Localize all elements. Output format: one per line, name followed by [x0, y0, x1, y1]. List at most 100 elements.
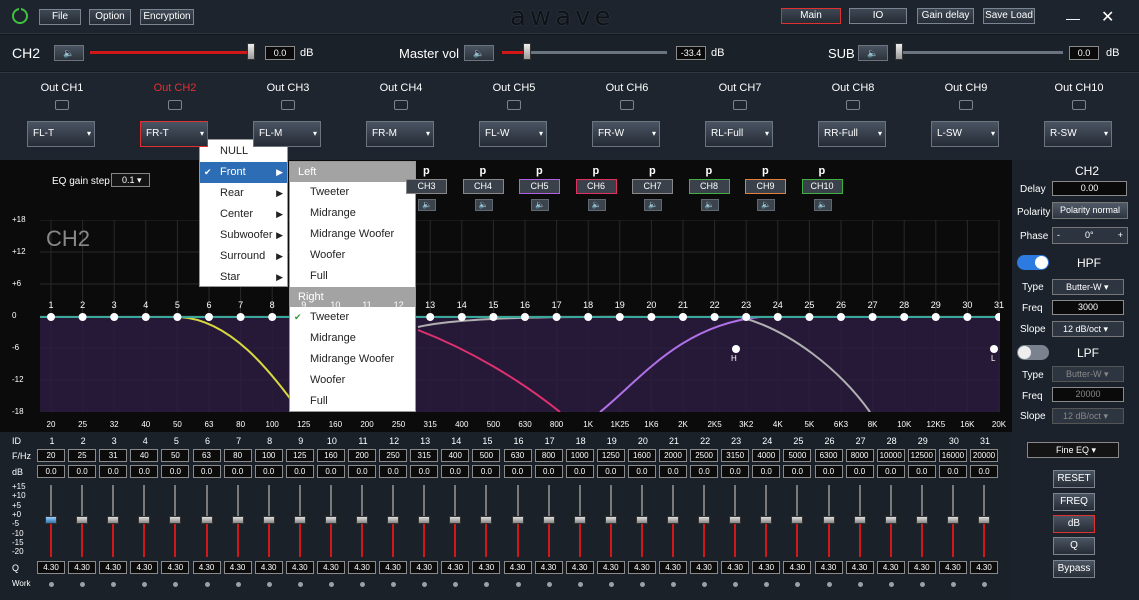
eq-q-input[interactable]: 4.30: [752, 561, 781, 574]
eq-fader-knob[interactable]: [978, 516, 990, 524]
bypass-button[interactable]: Bypass: [1053, 560, 1095, 578]
eq-db-input[interactable]: 0.0: [783, 465, 812, 478]
eq-q-input[interactable]: 4.30: [379, 561, 408, 574]
eq-q-input[interactable]: 4.30: [783, 561, 812, 574]
eq-fader-knob[interactable]: [107, 516, 120, 524]
eq-gain-step-select[interactable]: 0.1 ▾: [111, 173, 150, 187]
hpf-toggle[interactable]: [1017, 255, 1049, 270]
hpf-marker[interactable]: [732, 345, 740, 353]
eq-point[interactable]: [837, 313, 845, 321]
eq-q-input[interactable]: 4.30: [161, 561, 190, 574]
eq-point[interactable]: [110, 313, 119, 321]
eq-point[interactable]: [584, 313, 593, 321]
eq-point[interactable]: [521, 313, 529, 321]
eq-freq-input[interactable]: 16000: [938, 449, 967, 462]
eq-fader-knob[interactable]: [324, 516, 337, 524]
speaker-icon[interactable]: 🔈: [418, 199, 436, 211]
sub-volume-value[interactable]: 0.0: [1069, 46, 1099, 60]
eq-db-input[interactable]: 0.0: [285, 465, 314, 478]
encryption-menu[interactable]: Encryption: [140, 9, 194, 25]
eq-fader-knob[interactable]: [169, 516, 182, 524]
eq-q-input[interactable]: 4.30: [37, 561, 65, 574]
eq-point[interactable]: [742, 313, 751, 321]
eq-point[interactable]: [236, 313, 245, 321]
eq-freq-input[interactable]: 6300: [814, 449, 843, 462]
eq-point[interactable]: [426, 313, 435, 321]
output-select[interactable]: RL-Full: [705, 121, 773, 147]
eq-db-input[interactable]: 0.0: [99, 465, 128, 478]
eq-q-input[interactable]: 4.30: [99, 561, 128, 574]
power-icon[interactable]: [12, 6, 28, 24]
eq-freq-input[interactable]: 40: [130, 449, 159, 462]
eq-point[interactable]: [710, 313, 719, 321]
eq-db-input[interactable]: 0.0: [938, 465, 967, 478]
output-select[interactable]: FR-W: [592, 121, 660, 147]
eq-db-input[interactable]: 0.0: [441, 465, 470, 478]
lpf-slope-select[interactable]: 12 dB/oct ▾: [1052, 408, 1124, 424]
eq-q-input[interactable]: 4.30: [223, 561, 252, 574]
eq-point[interactable]: [173, 313, 182, 321]
minimize-button[interactable]: —: [1066, 10, 1080, 26]
link-icon[interactable]: [281, 100, 295, 110]
eq-db-input[interactable]: 0.0: [814, 465, 843, 478]
eq-point[interactable]: [268, 313, 277, 321]
eq-q-input[interactable]: 4.30: [596, 561, 625, 574]
eq-fader-knob[interactable]: [791, 516, 804, 524]
eq-fader-knob[interactable]: [293, 516, 306, 524]
menu-item-surround[interactable]: Surround ▶: [200, 246, 287, 267]
eq-freq-input[interactable]: 2500: [690, 449, 719, 462]
eq-fader-knob[interactable]: [698, 516, 711, 524]
eq-mode-select[interactable]: Fine EQ ▾: [1027, 442, 1119, 458]
speaker-icon[interactable]: 🔈: [757, 199, 775, 211]
eq-db-input[interactable]: 0.0: [503, 465, 532, 478]
submenu-item-left[interactable]: Midrange: [290, 203, 415, 224]
eq-point[interactable]: [773, 313, 782, 321]
eq-freq-input[interactable]: 80: [223, 449, 252, 462]
eq-fader-knob[interactable]: [853, 516, 866, 524]
eq-point[interactable]: [615, 313, 624, 321]
eq-fader-knob[interactable]: [946, 516, 959, 524]
output-select[interactable]: FL-M: [253, 121, 321, 147]
ch-volume-slider[interactable]: [90, 51, 255, 54]
eq-freq-input[interactable]: 500: [472, 449, 501, 462]
eq-q-input[interactable]: 4.30: [68, 561, 97, 574]
channel-toggle[interactable]: CH4: [462, 179, 504, 194]
eq-db-input[interactable]: 0.0: [68, 465, 97, 478]
save-load-tab[interactable]: Save Load: [983, 8, 1035, 24]
eq-fader-knob[interactable]: [635, 516, 648, 524]
eq-q-input[interactable]: 4.30: [441, 561, 470, 574]
eq-freq-input[interactable]: 160: [316, 449, 345, 462]
eq-q-input[interactable]: 4.30: [970, 561, 998, 574]
channel-toggle[interactable]: CH6: [575, 179, 617, 194]
eq-freq-input[interactable]: 12500: [907, 449, 936, 462]
delay-input[interactable]: 0.00: [1052, 181, 1127, 196]
eq-fader-knob[interactable]: [45, 516, 57, 524]
eq-freq-input[interactable]: 63: [192, 449, 221, 462]
sub-volume-knob[interactable]: [895, 43, 903, 60]
eq-fader-knob[interactable]: [449, 516, 462, 524]
eq-point[interactable]: [141, 313, 150, 321]
eq-fader-knob[interactable]: [573, 516, 586, 524]
speaker-icon[interactable]: 🔈: [700, 199, 719, 211]
eq-q-input[interactable]: 4.30: [348, 561, 376, 574]
eq-db-input[interactable]: 0.0: [130, 465, 159, 478]
eq-fader-knob[interactable]: [231, 516, 244, 524]
eq-point[interactable]: [868, 313, 877, 321]
eq-q-input[interactable]: 4.30: [534, 561, 563, 574]
eq-fader-knob[interactable]: [76, 516, 89, 524]
eq-fader-knob[interactable]: [480, 516, 493, 524]
eq-db-input[interactable]: 0.0: [907, 465, 936, 478]
eq-point[interactable]: [552, 313, 561, 321]
link-icon[interactable]: [507, 100, 521, 110]
channel-toggle[interactable]: CH5: [519, 179, 560, 194]
menu-item-front[interactable]: ✔ Front ▶: [200, 162, 287, 183]
hpf-type-select[interactable]: Butter-W ▾: [1052, 279, 1124, 295]
output-select[interactable]: FR-T: [140, 121, 208, 147]
eq-db-input[interactable]: 0.0: [970, 465, 998, 478]
eq-point[interactable]: [931, 313, 940, 321]
link-icon[interactable]: [1072, 100, 1086, 110]
eq-freq-input[interactable]: 1250: [596, 449, 625, 462]
master-volume-value[interactable]: -33.4: [676, 46, 706, 60]
eq-db-input[interactable]: 0.0: [721, 465, 750, 478]
link-icon[interactable]: [394, 100, 408, 110]
